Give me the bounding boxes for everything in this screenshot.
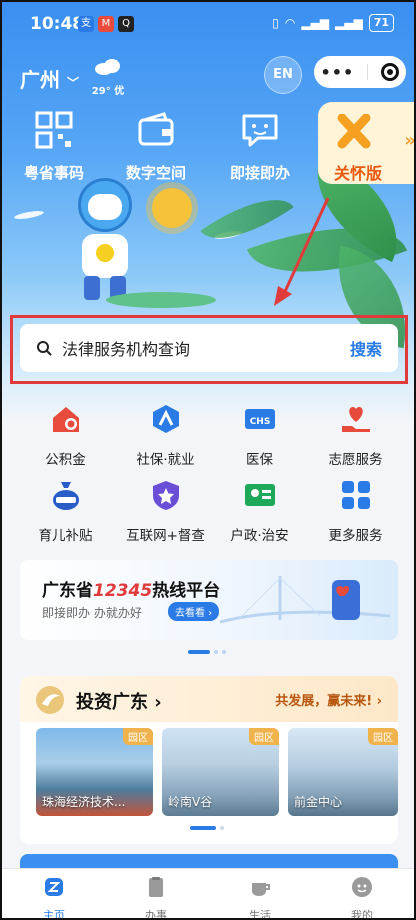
banner-subtitle: 即接即办 办就办好 <box>42 606 142 620</box>
next-section-strip <box>20 854 398 868</box>
id-card-icon <box>244 484 275 506</box>
search-icon <box>37 341 52 356</box>
service-household-security[interactable]: 户政·治安 <box>208 478 311 544</box>
service-childcare-subsidy[interactable]: 育儿补贴 <box>14 478 117 544</box>
banner-title: 广东省12345热线平台 <box>42 576 220 601</box>
briefcase-icon <box>149 877 163 897</box>
service-label: 更多服务 <box>328 528 383 544</box>
service-label: 医保 <box>246 452 273 468</box>
banner-title-prefix: 广东省 <box>42 581 93 601</box>
service-volunteer[interactable]: 志愿服务 <box>304 402 407 468</box>
service-social-security[interactable]: 社保·就业 <box>114 402 217 468</box>
home-icon <box>45 878 63 896</box>
service-label: 育儿补贴 <box>38 528 93 544</box>
banner-view-button[interactable]: 去看看 › <box>168 602 220 621</box>
hotline-banner[interactable]: 广东省12345热线平台 即接即办 办就办好 去看看 › <box>20 560 398 640</box>
banner-title-number: 12345 <box>93 581 153 601</box>
annotation-arrow <box>274 197 330 306</box>
invest-title-text: 投资广东 <box>76 692 148 713</box>
park-tag: 园区 <box>123 728 153 745</box>
tab-home[interactable]: 主页 <box>14 875 94 920</box>
tab-label: 办事 <box>145 909 167 920</box>
service-label: 互联网+督查 <box>126 528 205 544</box>
social-security-icon <box>152 405 179 433</box>
invest-guangdong-card: 投资广东 › 共发展，赢未来! › 园区 珠海经济技术... 园区 岭南V谷 园… <box>20 676 398 844</box>
user-icon <box>352 877 372 897</box>
heart-hand-icon <box>341 407 370 432</box>
service-label: 户政·治安 <box>230 528 289 544</box>
tab-services[interactable]: 办事 <box>116 875 196 920</box>
tab-mine[interactable]: 我的 <box>322 875 402 920</box>
chevron-right-icon: › <box>154 692 162 713</box>
tab-label: 我的 <box>351 909 373 920</box>
tab-label: 主页 <box>43 909 65 920</box>
house-icon <box>52 407 79 432</box>
shield-star-icon <box>152 481 179 510</box>
tab-label: 生活 <box>249 909 271 920</box>
tab-life[interactable]: 生活 <box>220 875 300 920</box>
service-label: 社保·就业 <box>136 452 195 468</box>
search-bar[interactable]: 法律服务机构查询 搜索 <box>20 324 398 372</box>
park-card[interactable]: 园区 珠海经济技术... <box>36 728 153 816</box>
search-input[interactable]: 法律服务机构查询 <box>62 336 350 360</box>
park-name: 珠海经济技术... <box>42 795 126 809</box>
banner-title-suffix: 热线平台 <box>152 581 221 601</box>
park-name: 前金中心 <box>294 795 343 809</box>
service-label: 公积金 <box>45 452 86 468</box>
invest-pagination <box>190 826 224 830</box>
service-medical-insurance[interactable]: CHS 医保 <box>208 402 311 468</box>
service-more[interactable]: 更多服务 <box>304 478 407 544</box>
park-card[interactable]: 园区 前金中心 <box>288 728 398 816</box>
service-label: 志愿服务 <box>328 452 383 468</box>
park-tag: 园区 <box>249 728 279 745</box>
search-button[interactable]: 搜索 <box>350 336 382 360</box>
grid-icon <box>341 481 370 509</box>
bottom-tab-bar: 主页 办事 生活 我的 <box>2 868 414 920</box>
service-housing-fund[interactable]: 公积金 <box>14 402 117 468</box>
invest-slogan[interactable]: 共发展，赢未来! › <box>275 690 382 709</box>
banner-pagination <box>188 650 226 654</box>
bridge-illustration <box>220 576 390 624</box>
invest-title: 投资广东 › <box>76 688 162 714</box>
park-name: 岭南V谷 <box>168 795 213 809</box>
money-bag-icon <box>52 482 79 510</box>
park-tag: 园区 <box>368 728 398 745</box>
svg-text:CHS: CHS <box>249 417 270 427</box>
app-screen: 10:48 支 M Q ▯ ◠ ▂▄▆ ▂▄▆ 71 广州 ﹀ 29° 优 EN… <box>0 0 416 920</box>
park-card[interactable]: 园区 岭南V谷 <box>162 728 279 816</box>
invest-logo-icon <box>36 686 64 714</box>
service-internet-supervision[interactable]: 互联网+督查 <box>114 478 217 544</box>
medical-card-icon: CHS <box>244 409 275 429</box>
invest-header[interactable]: 投资广东 › 共发展，赢未来! › <box>20 676 398 722</box>
coffee-cup-icon <box>252 883 270 896</box>
